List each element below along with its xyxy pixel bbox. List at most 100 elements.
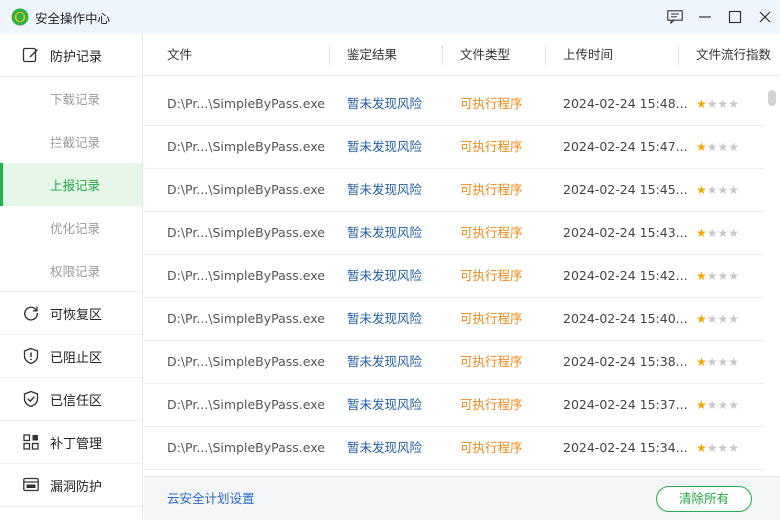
sidebar-item-vulnerability-protection[interactable]: 漏洞防护	[0, 464, 142, 507]
sidebar-item-permission-records[interactable]: 权限记录	[0, 249, 142, 292]
star-empty-icon: ★	[728, 269, 740, 283]
popularity-rating: ★★★★	[696, 384, 739, 426]
star-empty-icon: ★	[706, 97, 718, 111]
close-icon	[759, 11, 771, 23]
popularity-rating: ★★★★	[696, 341, 739, 383]
sidebar-item-label: 优化记录	[50, 221, 101, 236]
upload-time-cell: 2024-02-24 15:47...	[563, 139, 688, 154]
header-result[interactable]: 鉴定结果	[347, 34, 397, 76]
shield-check-icon	[22, 390, 40, 408]
star-empty-icon: ★	[728, 226, 740, 240]
table-row[interactable]: D:\Pr...\SimpleByPass.exe 暂未发现风险 可执行程序 2024…	[144, 169, 764, 212]
scroll-thumb[interactable]	[768, 90, 776, 106]
table-row[interactable]: D:\Pr...\SimpleByPass.exe 暂未发现风险 可执行程序 2024…	[144, 255, 764, 298]
header-file[interactable]: 文件	[167, 34, 192, 76]
table-row[interactable]: D:\Pr...\SimpleByPass.exe 暂未发现风险 可执行程序 2024…	[144, 341, 764, 384]
table-row[interactable]: D:\Pr...\SimpleByPass.exe 暂未发现风险 可执行程序 2024…	[144, 427, 764, 470]
file-path-cell: D:\Pr...\SimpleByPass.exe	[167, 397, 325, 412]
file-type-cell: 可执行程序	[460, 397, 523, 412]
header-type[interactable]: 文件类型	[460, 34, 510, 76]
header-divider[interactable]	[442, 45, 443, 65]
result-cell: 暂未发现风险	[347, 139, 423, 154]
file-path-cell: D:\Pr...\SimpleByPass.exe	[167, 96, 325, 111]
maximize-button[interactable]	[720, 0, 750, 34]
popularity-rating: ★★★★	[696, 212, 739, 254]
table-row[interactable]: D:\Pr...\SimpleByPass.exe 暂未发现风险 可执行程序 2024…	[144, 83, 764, 126]
star-empty-icon: ★	[728, 312, 740, 326]
sidebar-item-label: 上报记录	[50, 178, 101, 193]
close-button[interactable]	[750, 0, 780, 34]
minimize-button[interactable]	[690, 0, 720, 34]
sidebar: 防护记录 下载记录 拦截记录 上报记录 优化记录 权限记录 可恢复区 已阻止区 …	[0, 34, 143, 520]
star-filled-icon: ★	[696, 398, 707, 412]
file-type-cell: 可执行程序	[460, 354, 523, 369]
upload-time-cell: 2024-02-24 15:34...	[563, 440, 688, 455]
grid-icon	[22, 433, 40, 451]
sidebar-item-optimize-records[interactable]: 优化记录	[0, 206, 142, 249]
upload-time-cell: 2024-02-24 15:38...	[563, 354, 688, 369]
upload-time-cell: 2024-02-24 15:40...	[563, 311, 688, 326]
sidebar-item-report-records[interactable]: 上报记录	[0, 163, 142, 206]
star-empty-icon: ★	[706, 312, 718, 326]
header-divider[interactable]	[678, 45, 679, 65]
table-row[interactable]: D:\Pr...\SimpleByPass.exe 暂未发现风险 可执行程序 2024…	[144, 212, 764, 255]
star-filled-icon: ★	[696, 312, 707, 326]
sidebar-item-trusted-zone[interactable]: 已信任区	[0, 378, 142, 421]
star-filled-icon: ★	[696, 226, 707, 240]
result-cell: 暂未发现风险	[347, 182, 423, 197]
cloud-security-settings-link[interactable]: 云安全计划设置	[167, 477, 255, 520]
result-cell: 暂未发现风险	[347, 397, 423, 412]
file-path-cell: D:\Pr...\SimpleByPass.exe	[167, 182, 325, 197]
result-cell: 暂未发现风险	[347, 311, 423, 326]
sidebar-item-patch-management[interactable]: 补丁管理	[0, 421, 142, 464]
star-empty-icon: ★	[717, 398, 729, 412]
upload-time-cell: 2024-02-24 15:37...	[563, 397, 688, 412]
header-divider[interactable]	[545, 45, 546, 65]
file-type-cell: 可执行程序	[460, 311, 523, 326]
popularity-rating: ★★★★	[696, 83, 739, 125]
sidebar-item-label: 权限记录	[50, 263, 101, 279]
sidebar-item-label: 漏洞防护	[50, 479, 103, 495]
header-divider[interactable]	[329, 45, 330, 65]
sidebar-item-blocked-zone[interactable]: 已阻止区	[0, 335, 142, 378]
file-path-cell: D:\Pr...\SimpleByPass.exe	[167, 268, 325, 283]
sidebar-item-label: 已信任区	[50, 393, 103, 409]
file-type-cell: 可执行程序	[460, 96, 523, 111]
edit-note-icon	[22, 46, 40, 64]
window-title: 安全操作中心	[35, 10, 111, 26]
sidebar-item-intercept-records[interactable]: 拦截记录	[0, 120, 142, 163]
table-row[interactable]: D:\Pr...\SimpleByPass.exe 暂未发现风险 可执行程序 2024…	[144, 384, 764, 427]
file-path-cell: D:\Pr...\SimpleByPass.exe	[167, 354, 325, 369]
star-empty-icon: ★	[717, 269, 729, 283]
upload-time-cell: 2024-02-24 15:42...	[563, 268, 688, 283]
star-filled-icon: ★	[696, 355, 707, 369]
feedback-button[interactable]	[660, 0, 690, 34]
file-path-cell: D:\Pr...\SimpleByPass.exe	[167, 311, 325, 326]
star-filled-icon: ★	[696, 140, 707, 154]
header-upload-time[interactable]: 上传时间	[563, 34, 613, 76]
scrollbar[interactable]	[768, 90, 776, 466]
star-filled-icon: ★	[696, 269, 707, 283]
vulnerability-icon	[22, 476, 40, 494]
clear-all-button[interactable]: 清除所有	[656, 486, 752, 512]
star-empty-icon: ★	[717, 140, 729, 154]
main-panel: 文件 鉴定结果 文件类型 上传时间 文件流行指数 D:\Pr...\Simple…	[144, 34, 780, 520]
sidebar-item-recoverable-zone[interactable]: 可恢复区	[0, 292, 142, 335]
table-row[interactable]: D:\Pr...\SimpleByPass.exe 暂未发现风险 可执行程序 2024…	[144, 126, 764, 169]
file-type-cell: 可执行程序	[460, 440, 523, 455]
minimize-icon	[699, 16, 711, 18]
star-empty-icon: ★	[706, 183, 718, 197]
header-popularity[interactable]: 文件流行指数	[696, 34, 771, 76]
result-cell: 暂未发现风险	[347, 354, 423, 369]
sidebar-item-download-records[interactable]: 下载记录	[0, 77, 142, 120]
star-filled-icon: ★	[696, 183, 707, 197]
file-type-cell: 可执行程序	[460, 268, 523, 283]
sidebar-item-protection-records[interactable]: 防护记录	[0, 34, 142, 77]
upload-time-cell: 2024-02-24 15:45...	[563, 182, 688, 197]
star-empty-icon: ★	[706, 398, 718, 412]
star-empty-icon: ★	[717, 441, 729, 455]
sidebar-item-label: 可恢复区	[50, 307, 103, 323]
table-row[interactable]: D:\Pr...\SimpleByPass.exe 暂未发现风险 可执行程序 2024…	[144, 298, 764, 341]
star-empty-icon: ★	[717, 226, 729, 240]
result-cell: 暂未发现风险	[347, 440, 423, 455]
